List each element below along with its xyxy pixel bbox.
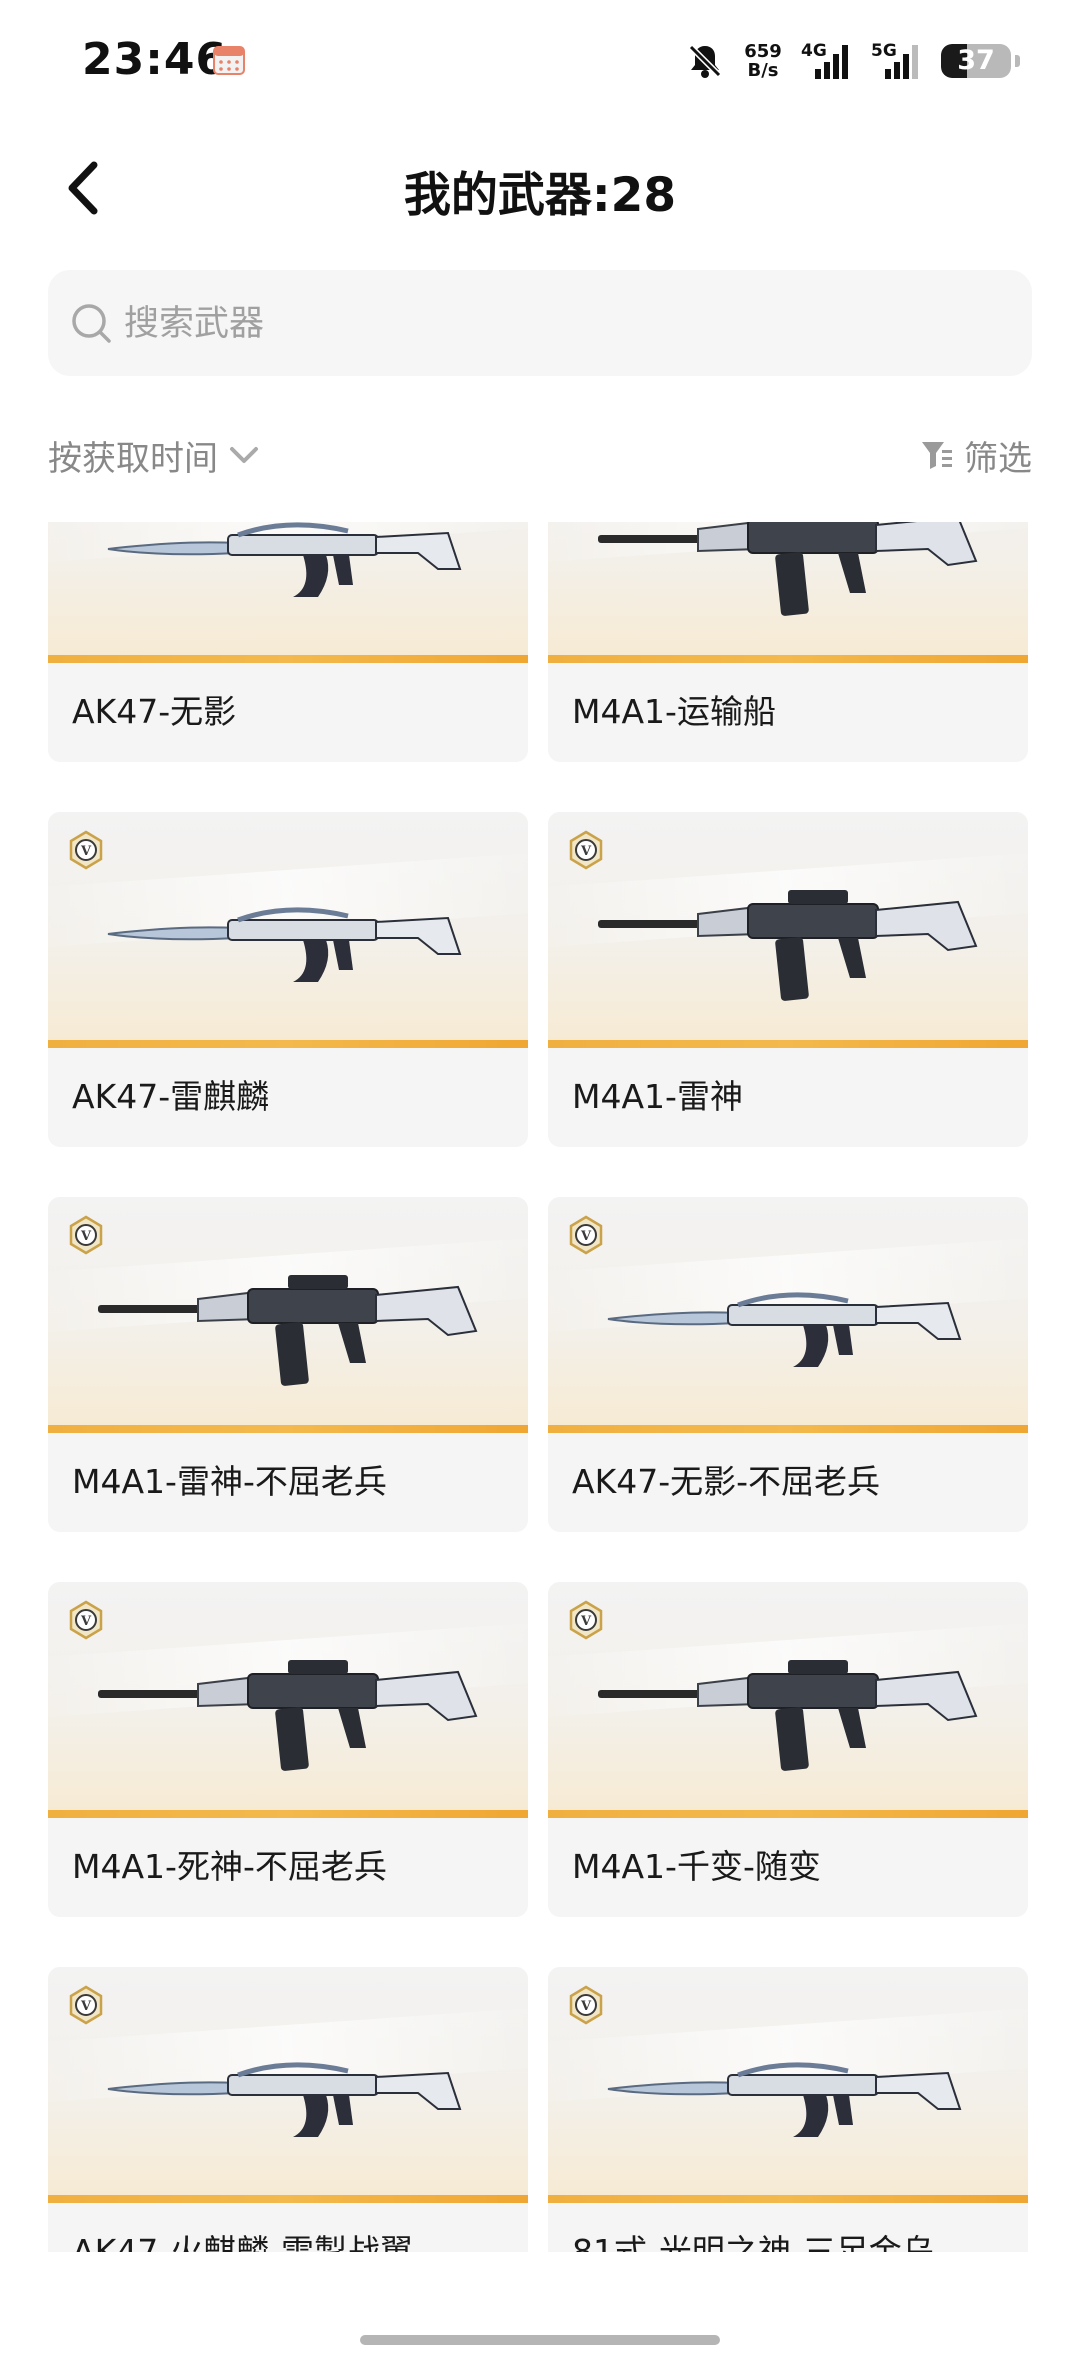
page-title: 我的武器:28 (403, 168, 677, 223)
weapon-card[interactable]: V M4A1-千变-随变 (548, 1582, 1028, 1917)
weapon-image: V (548, 1197, 1028, 1433)
vip-badge-icon: V (69, 1985, 103, 2025)
weapon-name: AK47-火麒麟-雷掣战翼 (72, 2232, 414, 2252)
weapon-name: M4A1-运输船 (572, 692, 776, 731)
weapon-grid[interactable]: AK47-无影 M4A1-运输船 V AK47-雷麒麟 V M4A1-雷神 V M4A… (0, 522, 1080, 2252)
weapon-card[interactable]: V AK47-火麒麟-雷掣战翼 (48, 1967, 528, 2252)
weapon-card[interactable]: V AK47-雷麒麟 (48, 812, 528, 1147)
weapon-image: V (48, 1197, 528, 1433)
rifle-ak-icon (607, 1292, 962, 1367)
status-time: 23:46 (82, 34, 228, 85)
vip-badge-icon: V (569, 830, 603, 870)
vip-badge-icon: V (69, 830, 103, 870)
weapon-name: M4A1-雷神 (572, 1077, 743, 1116)
weapon-card[interactable]: M4A1-运输船 (548, 522, 1028, 762)
status-bar: 23:46 659 B/s 4G 5G 37 (0, 0, 1080, 120)
vip-badge-icon: V (69, 1600, 103, 1640)
weapon-card[interactable]: V M4A1-雷神 (548, 812, 1028, 1147)
filter-label: 筛选 (964, 438, 1032, 479)
weapon-image: V (48, 812, 528, 1048)
home-indicator[interactable] (360, 2335, 720, 2345)
weapon-name: M4A1-死神-不屈老兵 (72, 1847, 387, 1886)
svg-text:V: V (80, 1229, 92, 1244)
weapon-card[interactable]: V M4A1-死神-不屈老兵 (48, 1582, 528, 1917)
weapon-card[interactable]: V 81式-光明之神-三足金乌 (548, 1967, 1028, 2252)
mute-bell-icon (688, 44, 722, 78)
weapon-image: V (548, 812, 1028, 1048)
weapon-image (548, 522, 1028, 663)
weapon-name: AK47-无影-不屈老兵 (572, 1462, 881, 1501)
calendar-icon (213, 46, 245, 75)
vip-badge-icon: V (569, 1985, 603, 2025)
svg-text:V: V (580, 1999, 592, 2014)
vip-badge-icon: V (569, 1215, 603, 1255)
weapon-image (48, 522, 528, 663)
weapon-card[interactable]: V M4A1-雷神-不屈老兵 (48, 1197, 528, 1532)
rifle-ak-icon (607, 2062, 962, 2137)
weapon-image: V (548, 1967, 1028, 2203)
rifle-ak-icon (107, 522, 462, 597)
svg-text:V: V (80, 1999, 92, 2014)
rifle-m4-icon (98, 1275, 478, 1386)
weapon-image: V (48, 1582, 528, 1818)
svg-text:V: V (580, 1614, 592, 1629)
weapon-image: V (548, 1582, 1028, 1818)
svg-text:V: V (580, 844, 592, 859)
vip-badge-icon: V (69, 1215, 103, 1255)
svg-text:V: V (580, 1229, 592, 1244)
rifle-ak-icon (107, 907, 462, 982)
weapon-name: M4A1-千变-随变 (572, 1847, 821, 1886)
weapon-name: M4A1-雷神-不屈老兵 (72, 1462, 387, 1501)
weapon-name: AK47-无影 (72, 692, 237, 731)
battery-indicator: 37 (941, 44, 1011, 78)
filter-button[interactable]: 筛选 (920, 430, 1032, 480)
chevron-down-icon (230, 447, 258, 463)
filter-funnel-icon (922, 442, 952, 469)
weapon-name: AK47-雷麒麟 (72, 1077, 270, 1116)
rifle-m4-icon (598, 522, 978, 616)
sort-label: 按获取时间 (48, 438, 218, 479)
svg-text:V: V (80, 844, 92, 859)
search-box[interactable] (48, 270, 1032, 378)
battery-cap (1015, 55, 1020, 67)
rifle-m4-icon (598, 890, 978, 1001)
sort-dropdown[interactable]: 按获取时间 (48, 430, 260, 480)
signal-4g: 4G (801, 41, 855, 81)
signal-bars-icon (885, 45, 918, 79)
rifle-m4-icon (598, 1660, 978, 1771)
vip-badge-icon: V (569, 1600, 603, 1640)
weapon-card[interactable]: AK47-无影 (48, 522, 528, 762)
net-speed-unit: B/s (747, 60, 779, 81)
battery-level: 37 (957, 45, 995, 76)
signal-5g: 5G (871, 41, 925, 81)
search-input[interactable] (122, 270, 1006, 378)
signal-bars-icon (815, 45, 848, 79)
search-icon (72, 304, 111, 343)
net-speed-value: 659 (744, 41, 782, 62)
weapon-name: 81式-光明之神-三足金乌 (572, 2232, 935, 2252)
weapon-card[interactable]: V AK47-无影-不屈老兵 (548, 1197, 1028, 1532)
rifle-m4-icon (98, 1660, 478, 1771)
svg-text:V: V (80, 1614, 92, 1629)
rifle-ak-icon (107, 2062, 462, 2137)
weapon-image: V (48, 1967, 528, 2203)
net-speed: 659 B/s (741, 42, 785, 80)
